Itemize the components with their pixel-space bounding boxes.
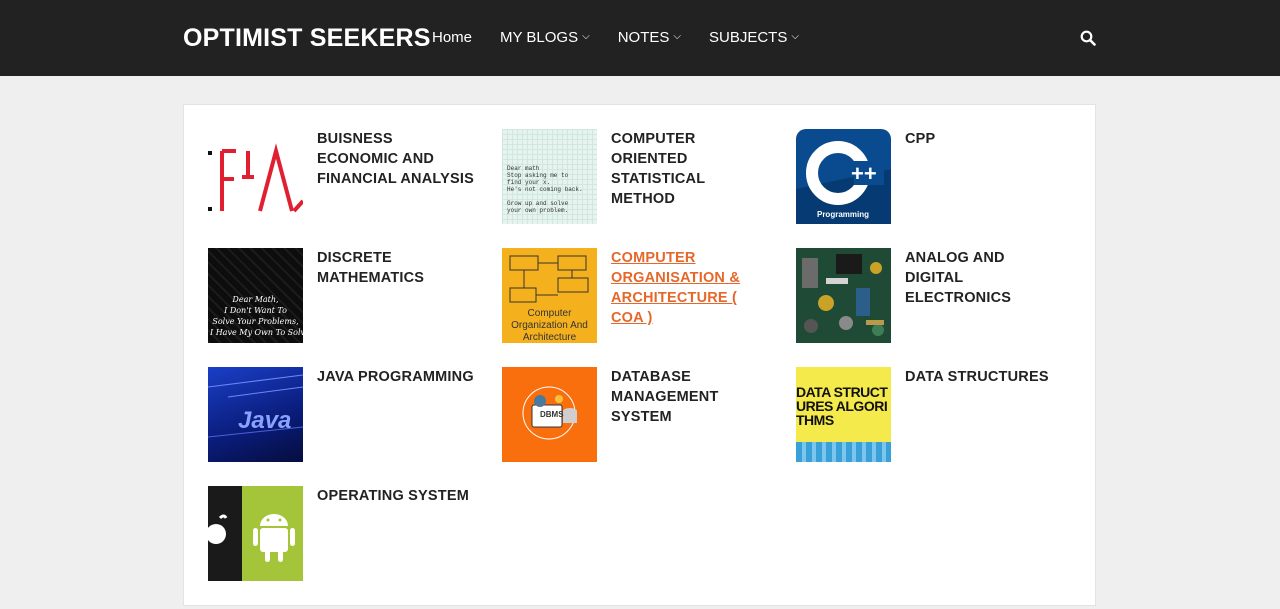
subject-item-java[interactable]: Java JAVA PROGRAMMING (208, 367, 477, 462)
subject-thumbnail: Java (208, 367, 303, 462)
nav-home-label: Home (432, 29, 473, 46)
site-brand[interactable]: OPTIMIST SEEKERS (183, 24, 431, 53)
thumb-caption: DATA STRUCTURES ALGORITHMS (796, 384, 888, 428)
subject-thumbnail (208, 486, 303, 581)
subject-item-ds[interactable]: DATA STRUCTURES ALGORITHMS DATA STRUCTUR… (796, 367, 1065, 462)
subject-title[interactable]: DATA STRUCTURES (905, 367, 1065, 462)
nav-notes-label: NOTES (617, 29, 670, 46)
subject-item-befa[interactable]: BUISNESS ECONOMIC AND FINANCIAL ANALYSIS (208, 129, 477, 224)
subject-item-coa[interactable]: Computer Organization And Architecture C… (502, 248, 771, 343)
thumb-decoration (796, 442, 891, 462)
thumb-caption: Dear Math, I Don't Want To Solve Your Pr… (210, 295, 303, 337)
subject-item-os[interactable]: OPERATING SYSTEM (208, 486, 477, 581)
subject-thumbnail (208, 129, 303, 224)
subject-title[interactable]: COMPUTER ORGANISATION & ARCHITECTURE ( C… (611, 248, 771, 343)
nav-my-blogs-label: MY BLOGS (500, 29, 579, 46)
thumb-caption: Dear math Stop asking me to find your x.… (507, 165, 583, 214)
nav-notes[interactable]: NOTES ⌵ (618, 29, 681, 46)
subject-thumbnail: ++ Programming (796, 129, 891, 224)
main-nav: Home MY BLOGS ⌵ NOTES ⌵ SUBJECTS ⌵ (432, 29, 827, 46)
svg-text:++: ++ (851, 161, 877, 186)
thumb-caption: DBMS (540, 410, 564, 419)
nav-subjects[interactable]: SUBJECTS ⌵ (709, 29, 799, 46)
subjects-grid: BUISNESS ECONOMIC AND FINANCIAL ANALYSIS… (183, 104, 1096, 606)
subject-item-cosm[interactable]: Dear math Stop asking me to find your x.… (502, 129, 771, 224)
thumb-caption: Java (238, 407, 292, 434)
subject-thumbnail: Computer Organization And Architecture (502, 248, 597, 343)
subject-title[interactable]: CPP (905, 129, 1065, 224)
subject-item-discrete-math[interactable]: Dear Math, I Don't Want To Solve Your Pr… (208, 248, 477, 343)
subject-item-ade[interactable]: ANALOG AND DIGITAL ELECTRONICS (796, 248, 1065, 343)
subject-thumbnail: Dear math Stop asking me to find your x.… (502, 129, 597, 224)
subject-title[interactable]: DISCRETE MATHEMATICS (317, 248, 477, 343)
subject-thumbnail: DBMS (502, 367, 597, 462)
chevron-down-icon: ⌵ (582, 31, 590, 42)
subject-title[interactable]: JAVA PROGRAMMING (317, 367, 477, 462)
search-icon[interactable] (1080, 30, 1096, 46)
subject-title[interactable]: ANALOG AND DIGITAL ELECTRONICS (905, 248, 1065, 343)
subject-title[interactable]: DATABASE MANAGEMENT SYSTEM (611, 367, 771, 462)
subject-thumbnail: DATA STRUCTURES ALGORITHMS (796, 367, 891, 462)
subject-thumbnail: Dear Math, I Don't Want To Solve Your Pr… (208, 248, 303, 343)
subject-item-dbms[interactable]: DBMS DATABASE MANAGEMENT SYSTEM (502, 367, 771, 462)
subject-title[interactable]: BUISNESS ECONOMIC AND FINANCIAL ANALYSIS (317, 129, 477, 224)
nav-home[interactable]: Home (432, 29, 472, 46)
nav-subjects-label: SUBJECTS (708, 29, 788, 46)
nav-my-blogs[interactable]: MY BLOGS ⌵ (500, 29, 590, 46)
subject-item-cpp[interactable]: ++ Programming CPP (796, 129, 1065, 224)
subject-title[interactable]: OPERATING SYSTEM (317, 486, 477, 581)
chevron-down-icon: ⌵ (791, 31, 799, 42)
thumb-caption: Computer Organization And Architecture (511, 308, 588, 343)
chevron-down-icon: ⌵ (673, 31, 681, 42)
top-navbar: OPTIMIST SEEKERS Home MY BLOGS ⌵ NOTES ⌵… (0, 0, 1280, 76)
subject-thumbnail (796, 248, 891, 343)
subject-title[interactable]: COMPUTER ORIENTED STATISTICAL METHOD (611, 129, 771, 224)
svg-text:Programming: Programming (817, 210, 869, 219)
